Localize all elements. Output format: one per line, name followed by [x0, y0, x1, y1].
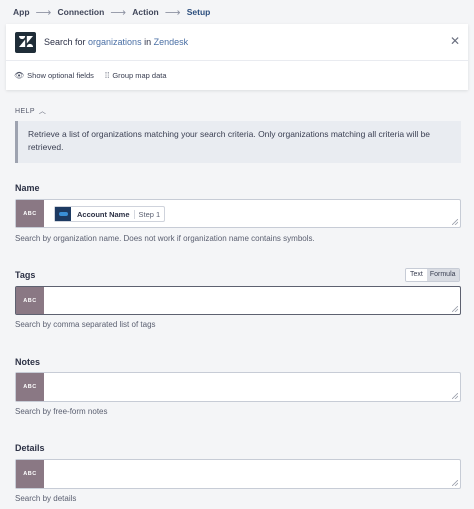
details-input[interactable]: ABC — [15, 459, 461, 489]
eye-icon: 👁 — [14, 71, 25, 80]
help-text: Retrieve a list of organizations matchin… — [15, 121, 461, 163]
group-map-data-label: Group map data — [112, 71, 167, 80]
details-field-label: Details — [15, 443, 45, 453]
text-type-badge: ABC — [16, 460, 44, 488]
datapill-step: Step 1 — [133, 209, 165, 219]
datapill-account-name[interactable]: Account Name Step 1 — [54, 206, 166, 222]
arrow-right-icon: ⟶ — [164, 6, 181, 19]
text-type-badge: ABC — [16, 287, 44, 314]
resize-handle-icon[interactable] — [452, 219, 458, 225]
crumb-action[interactable]: Action — [132, 7, 158, 17]
resize-handle-icon[interactable] — [452, 306, 458, 312]
notes-input[interactable]: ABC — [15, 372, 461, 402]
details-field-hint: Search by details — [15, 494, 77, 503]
show-optional-fields-button[interactable]: 👁 Show optional fields — [14, 71, 94, 80]
show-optional-fields-label: Show optional fields — [27, 71, 94, 80]
page-title: Search for organizations in Zendesk — [44, 37, 188, 47]
resize-handle-icon[interactable] — [452, 480, 458, 486]
notes-field-label: Notes — [15, 357, 41, 367]
help-toggle-label: HELP — [15, 107, 35, 115]
crumb-setup[interactable]: Setup — [187, 7, 211, 17]
arrow-right-icon: ⟶ — [35, 6, 52, 19]
close-icon[interactable]: ✕ — [450, 35, 460, 47]
step-header: Search for organizations in Zendesk ✕ 👁 … — [6, 24, 468, 90]
tags-input[interactable]: ABC — [15, 286, 461, 315]
formula-mode-tab[interactable]: Formula — [426, 269, 459, 281]
crumb-app[interactable]: App — [13, 7, 30, 17]
text-type-badge: ABC — [16, 200, 44, 227]
breadcrumb: App ⟶ Connection ⟶ Action ⟶ Setup — [0, 0, 474, 24]
name-field[interactable]: ABC Account Name Step 1 — [15, 199, 461, 228]
tags-field-label: Tags — [15, 270, 36, 280]
salesforce-icon — [55, 207, 71, 221]
text-formula-toggle: Text Formula — [405, 268, 460, 282]
group-icon: ⁞⁞ — [104, 71, 110, 80]
datapill-label: Account Name — [77, 209, 130, 219]
crumb-connection[interactable]: Connection — [58, 7, 105, 17]
title-object-link[interactable]: organizations — [88, 37, 142, 47]
title-mid: in — [141, 37, 154, 47]
title-prefix: Search for — [44, 37, 89, 47]
arrow-right-icon: ⟶ — [110, 6, 127, 19]
zendesk-logo-icon — [15, 31, 36, 53]
title-app-link[interactable]: Zendesk — [154, 37, 189, 47]
chevron-up-icon: ︿ — [38, 108, 47, 115]
name-field-hint: Search by organization name. Does not wo… — [15, 234, 315, 243]
text-type-badge: ABC — [16, 373, 44, 401]
help-toggle[interactable]: HELP ︿ — [15, 106, 46, 116]
name-field-label: Name — [15, 183, 40, 193]
notes-field-hint: Search by free-form notes — [15, 407, 108, 416]
resize-handle-icon[interactable] — [452, 393, 458, 399]
tags-field-hint: Search by comma separated list of tags — [15, 320, 156, 329]
group-map-data-button[interactable]: ⁞⁞ Group map data — [105, 71, 167, 80]
text-mode-tab[interactable]: Text — [406, 269, 427, 281]
